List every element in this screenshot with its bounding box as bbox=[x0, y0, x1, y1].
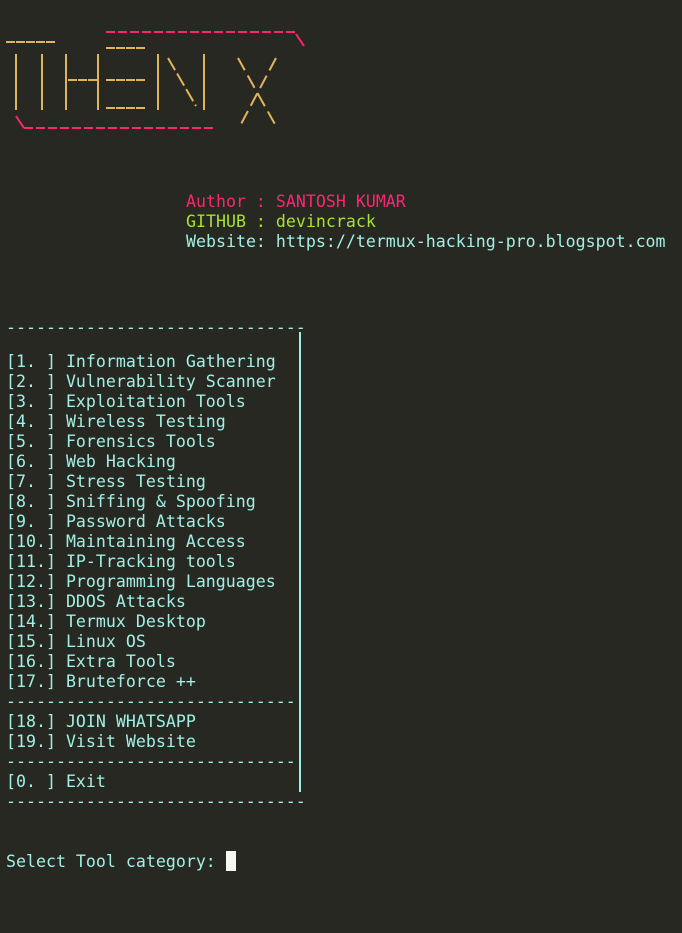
author-line: Author : SANTOSH KUMAR bbox=[186, 192, 406, 211]
text-cursor[interactable] bbox=[225, 851, 236, 871]
menu-item-maintaining-access[interactable]: [10.] Maintaining Access bbox=[6, 532, 246, 552]
menu-item-exit[interactable]: [0. ] Exit bbox=[6, 772, 106, 792]
thenx-ascii-logo bbox=[6, 31, 305, 129]
prompt-line[interactable]: Select Tool category: bbox=[6, 851, 236, 872]
menu-item-join-whatsapp[interactable]: [18.] JOIN WHATSAPP bbox=[6, 712, 196, 732]
menu-item-password-attacks[interactable]: [9. ] Password Attacks bbox=[6, 512, 226, 532]
menu-item-wireless-testing[interactable]: [4. ] Wireless Testing bbox=[6, 412, 226, 432]
menu-item-vulnerability-scanner[interactable]: [2. ] Vulnerability Scanner bbox=[6, 372, 276, 392]
menu-item-information-gathering[interactable]: [1. ] Information Gathering bbox=[6, 352, 276, 372]
terminal-window: Author : SANTOSH KUMAR GITHUB : devincra… bbox=[0, 0, 682, 933]
menu-item-visit-website[interactable]: [19.] Visit Website bbox=[6, 732, 196, 752]
menu-item-ip-tracking-tools[interactable]: [11.] IP-Tracking tools bbox=[6, 552, 236, 572]
menu-right-border bbox=[299, 332, 301, 792]
menu-item-linux-os[interactable]: [15.] Linux OS bbox=[6, 632, 146, 652]
github-line: GITHUB : devincrack bbox=[186, 212, 376, 231]
menu-item-programming-languages[interactable]: [12.] Programming Languages bbox=[6, 572, 276, 592]
menu-item-stress-testing[interactable]: [7. ] Stress Testing bbox=[6, 472, 206, 492]
menu-item-forensics-tools[interactable]: [5. ] Forensics Tools bbox=[6, 432, 216, 452]
menu-item-termux-desktop[interactable]: [14.] Termux Desktop bbox=[6, 612, 206, 632]
menu-item-ddos-attacks[interactable]: [13.] DDOS Attacks bbox=[6, 592, 186, 612]
menu-top-separator: ------------------------------ bbox=[6, 318, 306, 337]
menu-bottom-separator: ------------------------------ bbox=[6, 792, 306, 811]
menu-item-web-hacking[interactable]: [6. ] Web Hacking bbox=[6, 452, 176, 472]
menu-item-bruteforce[interactable]: [17.] Bruteforce ++ bbox=[6, 672, 196, 692]
website-line: Website: https://termux-hacking-pro.blog… bbox=[186, 232, 666, 251]
menu-separator: ----------------------------- bbox=[6, 752, 296, 771]
menu-item-sniffing-spoofing[interactable]: [8. ] Sniffing & Spoofing bbox=[6, 492, 256, 512]
prompt-text: Select Tool category: bbox=[6, 852, 226, 871]
menu-item-exploitation-tools[interactable]: [3. ] Exploitation Tools bbox=[6, 392, 246, 412]
menu-item-extra-tools[interactable]: [16.] Extra Tools bbox=[6, 652, 176, 672]
menu-separator: ----------------------------- bbox=[6, 692, 296, 711]
